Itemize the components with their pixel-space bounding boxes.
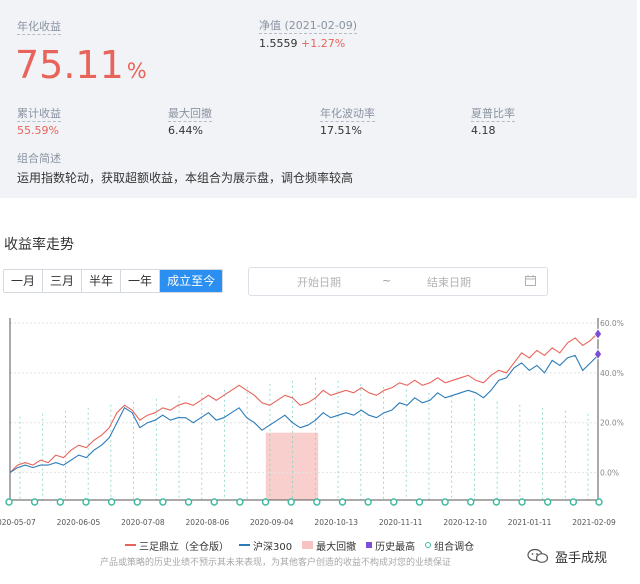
legend-history-high[interactable]: 历史最高: [366, 538, 415, 553]
nav-label: 净值 (2021-02-09): [259, 19, 358, 34]
max-drawdown-band: [265, 432, 319, 500]
x-tick-label: 2021-01-11: [508, 518, 552, 527]
range-1m-button[interactable]: 一月: [4, 270, 44, 292]
rebalance-marker: [543, 498, 552, 506]
section-title: 收益率走势: [4, 237, 74, 253]
volatility-label: 年化波动率: [320, 107, 375, 122]
range-selector: 一月 三月 半年 一年 成立至今: [3, 269, 224, 293]
nav-change: +1.27%: [301, 37, 346, 50]
rebalance-marker: [364, 498, 372, 506]
date-separator: ~: [382, 274, 392, 287]
x-tick-label: 2020-05-07: [0, 518, 36, 527]
sharpe-label: 夏普比率: [471, 107, 515, 122]
rebalance-marker: [107, 498, 116, 506]
rebalance-marker: [441, 498, 449, 506]
x-tick-label: 2020-12-10: [443, 518, 487, 527]
y-tick-label: 40.0%: [600, 369, 624, 378]
calendar-icon[interactable]: [525, 275, 536, 286]
legend-max-drawdown[interactable]: 最大回撤: [302, 538, 356, 553]
range-6m-button[interactable]: 半年: [82, 270, 122, 292]
summary-panel: 年化收益 75.11% 净值 (2021-02-09) 1.5559 +1.27…: [0, 0, 637, 198]
y-tick-label: 20.0%: [600, 419, 624, 428]
rebalance-marker: [313, 498, 321, 506]
x-tick-label: 2020-08-06: [186, 518, 230, 527]
end-date-input[interactable]: 结束日期: [427, 274, 471, 290]
x-tick-label: 2020-09-04: [250, 518, 294, 527]
history-high-marker: [594, 328, 602, 340]
description-text: 运用指数轮动，获取超额收益，本组合为展示盘，调仓频率较高: [17, 171, 354, 185]
rebalance-marker: [338, 498, 347, 506]
y-tick-label: 0.0%: [600, 469, 619, 478]
volatility-value: 17.51%: [320, 124, 362, 137]
rebalance-marker: [133, 498, 141, 506]
date-range-picker[interactable]: 开始日期 ~ 结束日期: [248, 267, 548, 296]
rebalance-marker: [261, 498, 270, 506]
x-tick-label: 2020-07-08: [121, 518, 165, 527]
rebalance-marker: [390, 498, 398, 506]
rebalance-marker: [210, 498, 218, 506]
rebalance-marker: [30, 498, 39, 506]
rebalance-marker: [569, 498, 578, 506]
chart-legend: 三足鼎立（全仓版） 沪深300 最大回撤 历史最高 组合调仓: [125, 538, 484, 553]
rebalance-marker: [467, 498, 475, 506]
rebalance-marker: [5, 498, 13, 506]
sharpe-value: 4.18: [471, 124, 496, 137]
range-3m-button[interactable]: 三月: [43, 270, 83, 292]
x-tick-label: 2020-06-05: [57, 518, 101, 527]
rebalance-marker: [159, 498, 167, 506]
y-tick-label: 60.0%: [600, 319, 624, 328]
legend-strategy[interactable]: 三足鼎立（全仓版）: [125, 538, 229, 553]
rebalance-marker: [518, 498, 526, 506]
x-tick-label: 2020-11-11: [379, 518, 423, 527]
cumulative-return-label: 累计收益: [17, 107, 61, 122]
rebalance-marker: [184, 498, 193, 506]
rebalance-marker: [236, 498, 244, 506]
nav-value: 1.5559 +1.27%: [259, 37, 346, 50]
x-tick-label: 2021-02-09: [572, 518, 616, 527]
annual-return-label: 年化收益: [17, 20, 61, 35]
rebalance-marker: [56, 498, 65, 506]
watermark: 盈手成规: [527, 545, 607, 567]
range-1y-button[interactable]: 一年: [121, 270, 161, 292]
description-label: 组合简述: [17, 152, 61, 165]
rebalance-marker: [287, 498, 295, 506]
x-tick-label: 2020-10-13: [314, 518, 358, 527]
legend-benchmark[interactable]: 沪深300: [239, 538, 292, 553]
cumulative-return-value: 55.59%: [17, 124, 59, 137]
rebalance-marker: [595, 498, 603, 506]
start-date-input[interactable]: 开始日期: [297, 274, 341, 290]
legend-rebalance[interactable]: 组合调仓: [425, 538, 474, 553]
rebalance-marker: [415, 498, 424, 506]
rebalance-marker: [492, 498, 501, 506]
max-drawdown-area: [265, 432, 319, 500]
wechat-icon: [527, 548, 549, 563]
max-drawdown-value: 6.44%: [168, 124, 203, 137]
range-inception-button[interactable]: 成立至今: [160, 270, 223, 292]
max-drawdown-label: 最大回撤: [168, 107, 212, 122]
return-chart: 0.0% 20.0% 40.0% 60.0% 2020-05-07 2020-06-05 2…: [0, 318, 624, 527]
annual-return-value: 75.11%: [15, 43, 147, 87]
disclaimer-text: 产品或策略的历史业绩不预示其未来表现，为其他客户创造的收益不构成对您的业绩保证: [100, 558, 452, 568]
rebalance-marker: [82, 498, 90, 506]
